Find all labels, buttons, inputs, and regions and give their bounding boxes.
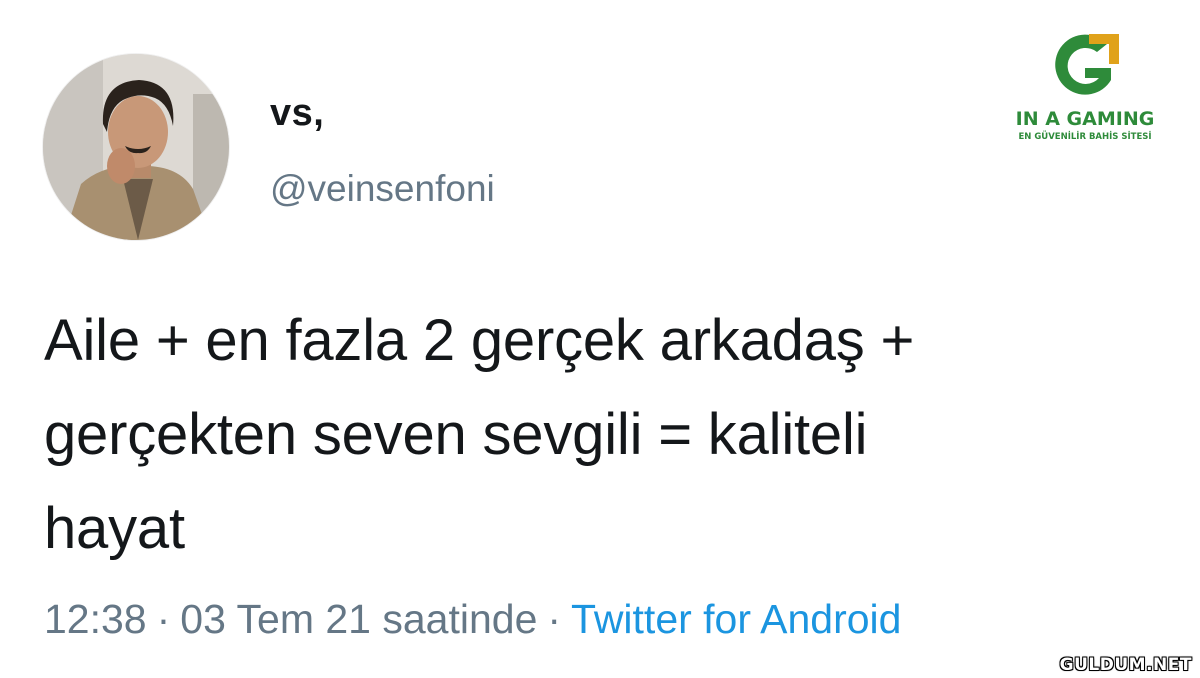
- display-name[interactable]: vs,: [270, 92, 324, 135]
- profile-photo: [43, 54, 229, 240]
- tweet-source-link[interactable]: Twitter for Android: [571, 596, 901, 642]
- tweet-text-line: Aile + en fazla 2 gerçek arkadaş +: [44, 308, 915, 373]
- tweet-time[interactable]: 12:38: [44, 596, 147, 642]
- user-handle[interactable]: @veinsenfoni: [270, 168, 495, 210]
- avatar[interactable]: [43, 54, 229, 240]
- brand-watermark: IN A GAMING EN GÜVENİLİR BAHİS SİTESİ: [1010, 30, 1160, 142]
- brand-name: IN A GAMING: [1015, 108, 1155, 130]
- tweet-text-line: gerçekten seven sevgili = kaliteli: [44, 402, 868, 467]
- g-letter-logo-icon: [1055, 34, 1119, 95]
- meta-separator: ·: [547, 596, 562, 642]
- site-watermark: GULDUM.NET: [1059, 655, 1192, 675]
- brand-tagline: EN GÜVENİLİR BAHİS SİTESİ: [1018, 132, 1152, 142]
- meta-separator: ·: [156, 596, 171, 642]
- tweet-date[interactable]: 03 Tem 21 saatinde: [180, 596, 537, 642]
- tweet-meta: 12:38 · 03 Tem 21 saatinde · Twitter for And…: [44, 596, 901, 643]
- tweet-text: Aile + en fazla 2 gerçek arkadaş + gerçe…: [44, 294, 1154, 576]
- tweet-text-line: hayat: [44, 496, 185, 561]
